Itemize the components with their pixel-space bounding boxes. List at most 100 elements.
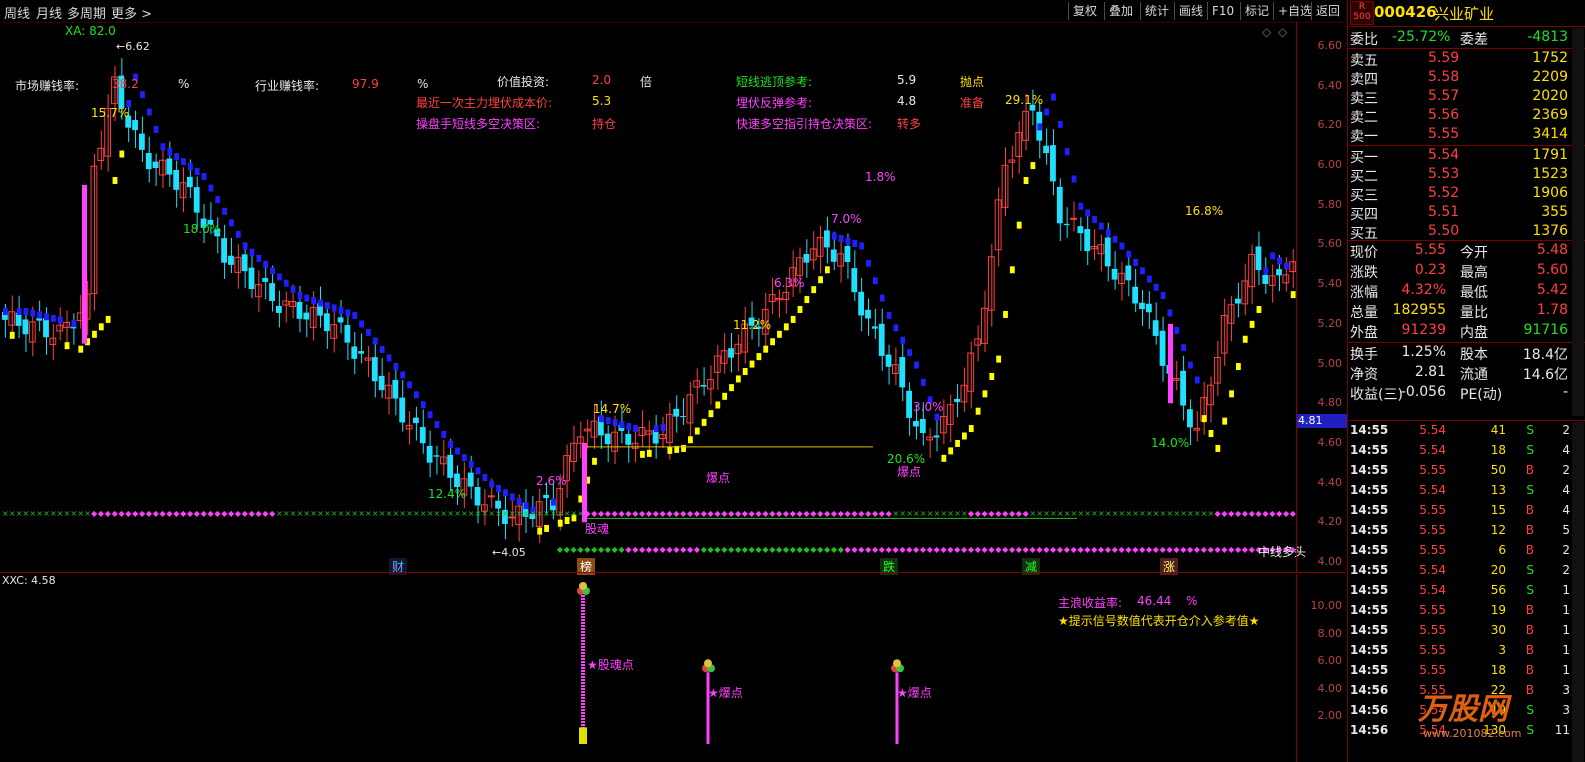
order-book-row[interactable]: 买四 5.51 355 [1348, 203, 1585, 223]
trend-block [44, 313, 49, 321]
order-book-row[interactable]: 卖五 5.59 1752 [1348, 49, 1585, 69]
tool-overlay-button[interactable]: 叠加 [1104, 2, 1137, 20]
trend-block [962, 432, 967, 440]
signal-dot: × [523, 509, 530, 518]
trend-block [722, 392, 728, 400]
expand-icon[interactable]: ◇ [1278, 25, 1287, 39]
trend-block [1071, 175, 1077, 183]
candle-body [22, 319, 29, 335]
order-price: 5.56 [1428, 107, 1460, 123]
kline-chart[interactable]: × × × × × × × × × × × × × ◆ ◆ ◆ ◆ ◆ ◆ ◆ ◆ ◆ ◆ ◆ ◆ ◆ ◆ ◆ ◆ ◆ ◆ ◆ ◆ ◆ ◆ ◆ ◆ ◆ ◆ ◆… [0, 22, 1347, 575]
diamond-icon[interactable]: ◇ [1262, 25, 1271, 39]
order-book-row[interactable]: 卖四 5.58 2209 [1348, 68, 1585, 88]
candle-body [570, 442, 577, 462]
escape-label: 短线逃顶参考: [736, 75, 813, 89]
candle-body [625, 433, 632, 445]
tool-f10-button[interactable]: F10 [1207, 2, 1238, 20]
signal-guhun: ★股魂点 [587, 658, 634, 672]
order-book-row[interactable]: 卖一 5.55 3414 [1348, 125, 1585, 145]
trend-block [92, 330, 97, 338]
order-book-row[interactable]: 买一 5.54 1791 [1348, 146, 1585, 166]
trend-block [694, 427, 700, 435]
trend-block [831, 232, 837, 240]
signal-hint: ★提示信号数值代表开仓介入参考值★ [1058, 614, 1260, 628]
tool-back-button[interactable]: 返回 [1311, 2, 1344, 20]
trend-block [551, 498, 556, 506]
order-label: 卖四 [1350, 72, 1378, 88]
candle-body [330, 324, 338, 339]
tool-draw-button[interactable]: 画线 [1174, 2, 1207, 20]
candle-body [707, 379, 714, 390]
escape-value: 5.9 [897, 73, 917, 87]
candle-body [604, 433, 611, 445]
trend-block [1263, 267, 1269, 275]
trend-block [407, 381, 412, 389]
tool-fuquan-button[interactable]: 复权 [1068, 2, 1101, 20]
trend-block [1277, 257, 1282, 265]
order-book-row[interactable]: 卖三 5.57 2020 [1348, 87, 1585, 107]
menu-multi-period[interactable]: 多周期 [67, 3, 106, 22]
trend-block [503, 489, 508, 497]
fast-value: 转多 [897, 117, 922, 131]
signal-dot: × [1036, 509, 1043, 518]
order-book-row[interactable]: 买五 5.50 1376 [1348, 222, 1585, 242]
trend-block [215, 196, 221, 204]
trend-block [30, 309, 36, 317]
order-book-row[interactable]: 卖二 5.56 2369 [1348, 106, 1585, 126]
candle-body [371, 357, 378, 382]
stat-value: 91239 [1401, 322, 1446, 338]
signal-dot: × [29, 509, 36, 518]
trend-block [1188, 361, 1193, 369]
candle-body [1070, 217, 1077, 220]
trend-block [749, 360, 755, 368]
tick-price: 5.54 [1419, 563, 1446, 577]
signal-dot: × [557, 509, 564, 518]
tick-price: 5.54 [1419, 443, 1446, 457]
trend-block [701, 418, 707, 426]
tick-price: 5.55 [1419, 603, 1446, 617]
signal-dot: × [1132, 509, 1139, 518]
signal-dot: × [317, 509, 324, 518]
order-volume: 1376 [1532, 223, 1568, 239]
market-rate-value: 38.2 [112, 77, 139, 91]
candle-body [543, 494, 549, 499]
menu-monthly[interactable]: 月线 [36, 3, 62, 22]
trend-block [311, 297, 317, 305]
trend-block [242, 242, 248, 250]
trend-block [729, 384, 734, 392]
tick-row: 14:55 5.54 20 S 2 [1348, 562, 1585, 580]
candle-body [1104, 237, 1111, 267]
tick-count: 2 [1562, 563, 1570, 577]
stat-value: 0.23 [1414, 262, 1446, 278]
trend-block [1290, 291, 1296, 299]
trend-block [1222, 417, 1228, 425]
candle-body [447, 454, 454, 478]
order-book-row[interactable]: 买二 5.53 1523 [1348, 165, 1585, 185]
trend-block [592, 457, 597, 465]
fund-label: 净资 [1350, 367, 1378, 383]
trend-block [461, 454, 467, 462]
order-book-row[interactable]: 买三 5.52 1906 [1348, 184, 1585, 204]
candle-body [1262, 274, 1269, 284]
fundamental-row: 换手 1.25% 股本 18.4亿 [1348, 343, 1585, 363]
menu-more[interactable]: 更多 > [111, 3, 152, 22]
signal-chart[interactable]: XXC: 4.58 主浪收益率: 46.44 % ★提示信号数值代表开仓介入参考… [0, 574, 1345, 762]
candle-body [809, 248, 817, 261]
tick-scrollbar[interactable] [1572, 422, 1584, 762]
tool-add-watchlist-button[interactable]: +自选 [1273, 2, 1316, 20]
tool-stats-button[interactable]: 统计 [1140, 2, 1173, 20]
signal-dot: × [310, 509, 317, 518]
y-tick-label: 5.60 [1317, 237, 1343, 251]
order-price: 5.50 [1428, 223, 1460, 239]
candle-body [899, 357, 906, 388]
tick-side: B [1525, 643, 1534, 657]
menu-weekly[interactable]: 周线 [4, 3, 30, 22]
tick-count: 4 [1562, 483, 1570, 497]
quote-scrollbar[interactable] [1572, 28, 1584, 416]
signal-dot: × [365, 509, 372, 518]
tool-mark-button[interactable]: 标记 [1240, 2, 1273, 20]
tick-row: 14:55 5.55 15 B 4 [1348, 502, 1585, 520]
trend-block [804, 296, 810, 304]
trend-block [1236, 363, 1241, 371]
order-volume: 2209 [1532, 69, 1568, 85]
